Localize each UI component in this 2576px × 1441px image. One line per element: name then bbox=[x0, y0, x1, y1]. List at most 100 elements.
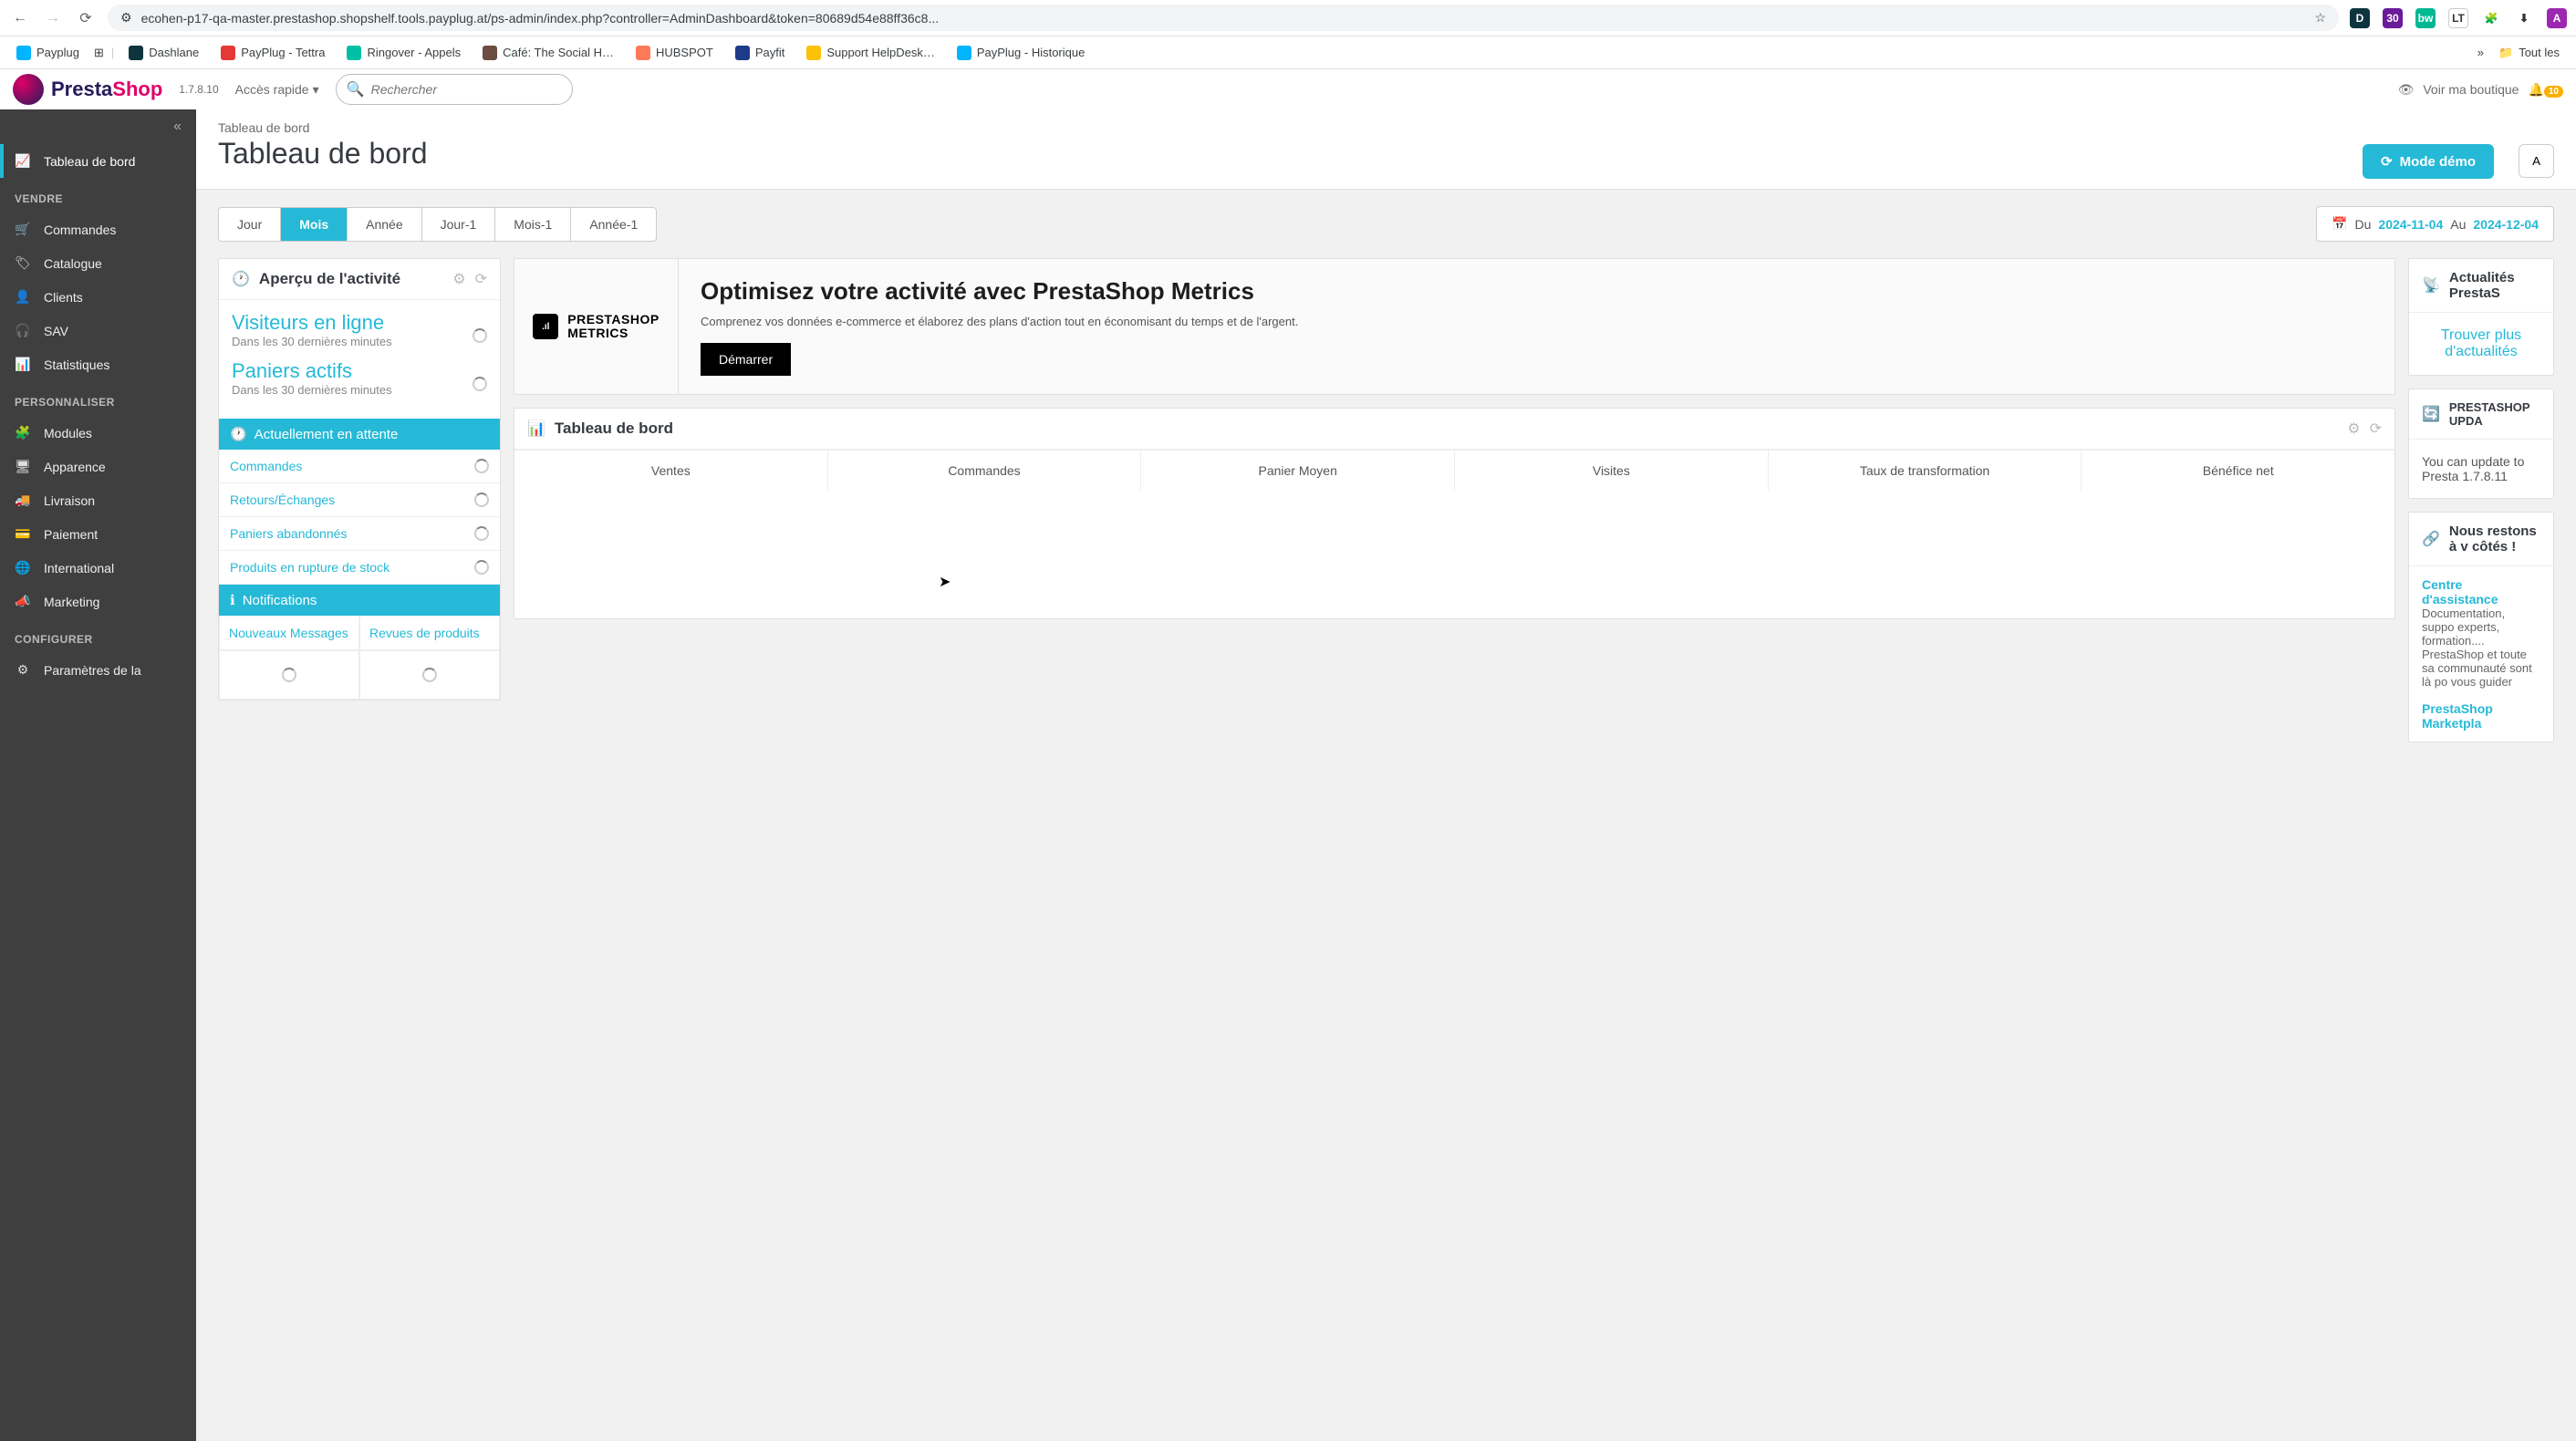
pending-header: 🕐 Actuellement en attente bbox=[219, 419, 500, 450]
add-button[interactable]: A bbox=[2519, 144, 2554, 178]
bookmark-ringover[interactable]: Ringover - Appels bbox=[339, 42, 468, 64]
bookmark-hubspot[interactable]: HUBSPOT bbox=[628, 42, 721, 64]
trending-icon: 📈 bbox=[15, 153, 31, 169]
star-icon[interactable]: ☆ bbox=[2314, 10, 2326, 26]
bookmarks-overflow[interactable]: » bbox=[2477, 46, 2484, 59]
extensions-icon[interactable]: 🧩 bbox=[2481, 8, 2501, 28]
date-range-picker[interactable]: 📅 Du 2024-11-04 Au 2024-12-04 bbox=[2316, 206, 2554, 242]
pending-abandoned-row[interactable]: Paniers abandonnés bbox=[219, 517, 500, 551]
help-description: Documentation, suppo experts, formation.… bbox=[2422, 606, 2540, 689]
more-news-link[interactable]: Trouver plus d'actualités bbox=[2409, 313, 2553, 375]
bookmark-dashlane[interactable]: Dashlane bbox=[121, 42, 206, 64]
section-sell: VENDRE bbox=[0, 178, 196, 213]
sidebar-item-customers[interactable]: 👤Clients bbox=[0, 280, 196, 314]
url-bar[interactable]: ⚙ ecohen-p17-qa-master.prestashop.shopsh… bbox=[108, 5, 2339, 31]
sidebar-item-catalog[interactable]: 🏷Catalogue bbox=[0, 246, 196, 280]
profile-avatar[interactable]: A bbox=[2547, 8, 2567, 28]
help-center-link[interactable]: Centre d'assistance bbox=[2422, 577, 2540, 606]
monitor-icon: 🖥 bbox=[15, 459, 31, 474]
tab-month[interactable]: Mois bbox=[281, 208, 348, 241]
sidebar-item-stats[interactable]: 📊Statistiques bbox=[0, 347, 196, 381]
ext-icon-1[interactable]: D bbox=[2350, 8, 2370, 28]
refresh-icon[interactable]: ⟳ bbox=[2370, 420, 2382, 438]
tab-year[interactable]: Année bbox=[348, 208, 421, 241]
info-icon: ℹ bbox=[230, 592, 235, 608]
mouse-cursor: ➤ bbox=[939, 573, 950, 591]
loading-spinner bbox=[473, 377, 487, 391]
gear-icon[interactable]: ⚙ bbox=[452, 270, 465, 288]
ext-icon-3[interactable]: bw bbox=[2415, 8, 2436, 28]
sidebar-item-dashboard[interactable]: 📈 Tableau de bord bbox=[0, 144, 196, 178]
download-icon[interactable]: ⬇ bbox=[2514, 8, 2534, 28]
sidebar-item-sav[interactable]: 🎧SAV bbox=[0, 314, 196, 347]
sidebar-item-appearance[interactable]: 🖥Apparence bbox=[0, 450, 196, 483]
tab-avg-cart[interactable]: Panier Moyen bbox=[1141, 451, 1455, 491]
pending-stock-row[interactable]: Produits en rupture de stock bbox=[219, 551, 500, 585]
tab-month-1[interactable]: Mois-1 bbox=[495, 208, 571, 241]
pending-orders-row[interactable]: Commandes bbox=[219, 450, 500, 483]
sidebar-item-marketing[interactable]: 📣Marketing bbox=[0, 585, 196, 618]
forward-button[interactable]: → bbox=[42, 7, 64, 29]
tab-year-1[interactable]: Année-1 bbox=[571, 208, 656, 241]
loading-spinner bbox=[422, 668, 437, 682]
bar-chart-icon: 📊 bbox=[527, 420, 545, 438]
puzzle-icon: 🧩 bbox=[15, 425, 31, 441]
pending-returns-row[interactable]: Retours/Échanges bbox=[219, 483, 500, 517]
tab-new-messages[interactable]: Nouveaux Messages bbox=[219, 616, 359, 650]
tab-profit[interactable]: Bénéfice net bbox=[2082, 451, 2394, 491]
sidebar-item-delivery[interactable]: 🚚Livraison bbox=[0, 483, 196, 517]
sidebar-item-modules[interactable]: 🧩 Modules bbox=[0, 416, 196, 450]
tab-conversion[interactable]: Taux de transformation bbox=[1769, 451, 2083, 491]
prestashop-logo[interactable]: PrestaShop bbox=[13, 74, 162, 105]
loading-spinner bbox=[474, 560, 489, 575]
bookmark-payplug[interactable]: Payplug bbox=[9, 42, 87, 64]
sidebar-item-international[interactable]: 🌐International bbox=[0, 551, 196, 585]
site-settings-icon[interactable]: ⚙ bbox=[120, 10, 132, 26]
visitors-online-link[interactable]: Visiteurs en ligne bbox=[232, 311, 392, 335]
search-input[interactable] bbox=[336, 74, 573, 105]
gear-icon[interactable]: ⚙ bbox=[2347, 420, 2360, 438]
news-title: Actualités PrestaS bbox=[2449, 270, 2540, 301]
sidebar-item-label: Paiement bbox=[44, 527, 98, 542]
carts-subtitle: Dans les 30 dernières minutes bbox=[232, 383, 392, 397]
view-shop-link[interactable]: Voir ma boutique bbox=[2423, 82, 2519, 97]
ext-icon-2[interactable]: 30 bbox=[2383, 8, 2403, 28]
bookmark-helpdesk[interactable]: Support HelpDesk… bbox=[799, 42, 942, 64]
card-icon: 💳 bbox=[15, 526, 31, 542]
tab-day-1[interactable]: Jour-1 bbox=[422, 208, 496, 241]
upgrade-card: 🔄 PRESTASHOP UPDA You can update to Pres… bbox=[2408, 389, 2554, 499]
cart-icon: 🛒 bbox=[15, 222, 31, 237]
active-carts-link[interactable]: Paniers actifs bbox=[232, 359, 392, 383]
sidebar-collapse-button[interactable]: « bbox=[0, 109, 196, 144]
loading-spinner bbox=[474, 459, 489, 473]
main-content: Tableau de bord Tableau de bord ⟳ Mode d… bbox=[196, 109, 2576, 1441]
bookmark-historique[interactable]: PayPlug - Historique bbox=[950, 42, 1093, 64]
tab-product-reviews[interactable]: Revues de produits bbox=[359, 616, 500, 650]
gear-icon: ⚙ bbox=[15, 662, 31, 678]
page-title: Tableau de bord bbox=[218, 137, 2554, 171]
reload-button[interactable]: ⟳ bbox=[75, 7, 97, 29]
marketplace-link[interactable]: PrestaShop Marketpla bbox=[2422, 701, 2540, 731]
metrics-start-button[interactable]: Démarrer bbox=[701, 343, 791, 376]
bookmark-tettra[interactable]: PayPlug - Tettra bbox=[213, 42, 332, 64]
tab-orders[interactable]: Commandes bbox=[828, 451, 1142, 491]
search-wrapper: 🔍 bbox=[336, 74, 573, 105]
sidebar-item-shop-params[interactable]: ⚙Paramètres de la bbox=[0, 653, 196, 687]
notifications-bell[interactable]: 🔔10 bbox=[2528, 82, 2563, 98]
bookmark-payfit[interactable]: Payfit bbox=[728, 42, 793, 64]
tab-sales[interactable]: Ventes bbox=[514, 451, 828, 491]
apps-icon[interactable]: ⊞ bbox=[94, 46, 104, 60]
sidebar-item-payment[interactable]: 💳 Paiement bbox=[0, 517, 196, 551]
tab-day[interactable]: Jour bbox=[219, 208, 281, 241]
back-button[interactable]: ← bbox=[9, 7, 31, 29]
demo-mode-button[interactable]: ⟳ Mode démo bbox=[2363, 144, 2494, 179]
ext-icon-4[interactable]: LT bbox=[2448, 8, 2468, 28]
refresh-icon[interactable]: ⟳ bbox=[475, 270, 487, 288]
tab-visits[interactable]: Visites bbox=[1455, 451, 1769, 491]
sidebar-item-label: Commandes bbox=[44, 223, 116, 237]
bookmark-cafe[interactable]: Café: The Social H… bbox=[475, 42, 621, 64]
all-bookmarks-folder[interactable]: 📁 Tout les bbox=[2491, 42, 2567, 64]
sidebar-item-orders[interactable]: 🛒 Commandes bbox=[0, 213, 196, 246]
quick-access-dropdown[interactable]: Accès rapide ▾ bbox=[235, 82, 319, 98]
sidebar-item-label: Modules bbox=[44, 426, 92, 441]
